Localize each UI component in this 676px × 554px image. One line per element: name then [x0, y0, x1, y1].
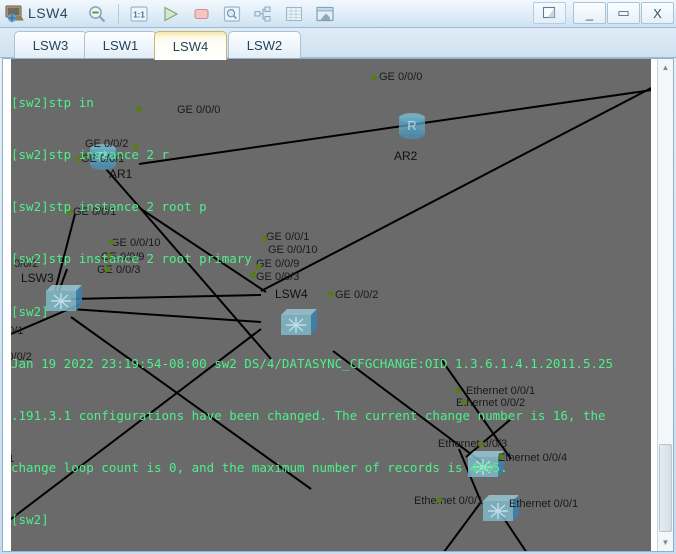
tab-label: LSW2 — [246, 37, 283, 53]
close-button[interactable]: X — [641, 2, 674, 24]
emulator-window: LSW4 1:1 _ ▭ X LSW3 LSW1 LSW4 LSW2 R R A… — [0, 0, 676, 554]
zoom-out-icon[interactable] — [82, 2, 112, 27]
tab-lsw2[interactable]: LSW2 — [228, 31, 301, 58]
window-controls: _ ▭ X — [532, 2, 674, 24]
stop-device-icon[interactable] — [186, 2, 216, 27]
scroll-up-icon[interactable]: ▲ — [658, 59, 673, 76]
terminal-output: [sw2]stp in [sw2]stp instance 2 r [sw2]s… — [11, 59, 651, 551]
topology-tree-icon[interactable] — [248, 2, 278, 27]
scrollbar-thumb[interactable] — [659, 444, 672, 532]
scroll-down-icon[interactable]: ▼ — [658, 534, 673, 551]
terminal-line: .191.3.1 configurations have been change… — [11, 408, 606, 424]
minimize-button[interactable]: _ — [573, 2, 606, 24]
terminal-line: [sw2]stp instance 2 root p — [11, 199, 207, 215]
window-title: LSW4 — [28, 5, 69, 21]
vertical-scrollbar[interactable]: ▲ ▼ — [657, 59, 673, 551]
capture-packet-icon[interactable] — [217, 2, 247, 27]
terminal-line: [sw2] — [11, 512, 49, 528]
title-bar: LSW4 1:1 _ ▭ X — [0, 0, 676, 28]
restore-down-button[interactable] — [533, 2, 566, 24]
toolbar-separator — [118, 4, 119, 24]
svg-text:1:1: 1:1 — [133, 11, 145, 20]
router-config-icon — [4, 3, 26, 25]
terminal-line: [sw2] — [11, 303, 49, 319]
tab-lsw4[interactable]: LSW4 — [154, 31, 227, 60]
tab-label: LSW1 — [102, 37, 139, 53]
terminal-line: Jan 19 2022 23:19:54-08:00 sw2 DS/4/DATA… — [11, 355, 614, 371]
one-to-one-zoom-icon[interactable]: 1:1 — [124, 2, 154, 27]
grid-icon[interactable] — [279, 2, 309, 27]
cli-canvas: R R AR2 AR1 LSW3 LSW4 GE 0/0/0 GE 0/0/0 … — [2, 58, 674, 552]
terminal-line: [sw2]stp in — [11, 94, 94, 110]
maximize-button[interactable]: ▭ — [607, 2, 640, 24]
terminal-line: change loop count is 0, and the maximum … — [11, 460, 508, 476]
terminal-line: [sw2]stp instance 2 r — [11, 147, 170, 163]
start-device-icon[interactable] — [155, 2, 185, 27]
tab-label: LSW4 — [172, 38, 209, 54]
tab-label: LSW3 — [32, 37, 69, 53]
tab-bar: LSW3 LSW1 LSW4 LSW2 — [0, 28, 676, 60]
terminal-surface[interactable]: R R AR2 AR1 LSW3 LSW4 GE 0/0/0 GE 0/0/0 … — [11, 59, 651, 551]
toolbar: 1:1 — [82, 1, 341, 27]
terminal-line: [sw2]stp instance 2 root primary — [11, 251, 252, 267]
restore-window-icon[interactable] — [310, 2, 340, 27]
tab-lsw1[interactable]: LSW1 — [84, 31, 157, 58]
tab-lsw3[interactable]: LSW3 — [14, 31, 87, 58]
